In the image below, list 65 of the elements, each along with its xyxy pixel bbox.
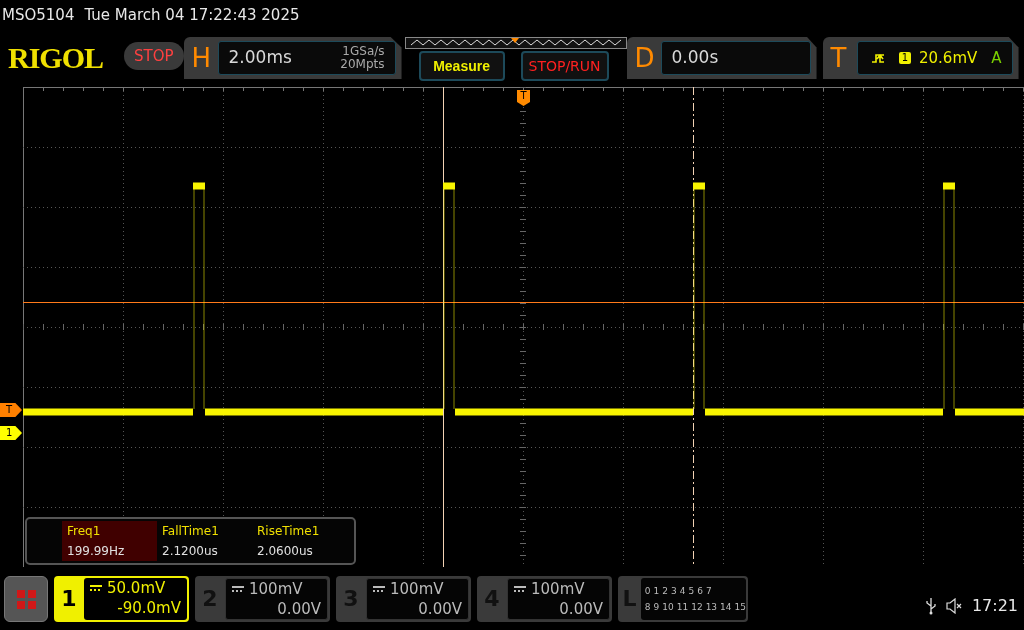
trigger-position-marker[interactable]: T (517, 90, 530, 106)
stop-run-button[interactable]: STOP/RUN (520, 51, 609, 81)
trigger-source: 1 (898, 52, 911, 64)
measurement-name: Freq1 (67, 523, 102, 540)
panel-letter: D (634, 41, 655, 75)
panel-letter: H (191, 41, 212, 75)
channel-offset: 0.00V (558, 599, 603, 619)
channel-marker: T (0, 403, 22, 417)
channel-scale: 100mV (249, 579, 303, 599)
menu-button[interactable] (4, 576, 48, 622)
run-state-badge: STOP (124, 42, 184, 70)
channel-scale: 100mV (531, 579, 585, 599)
brand-logo: RIGOL (8, 40, 105, 76)
channel-offset: 0.00V (276, 599, 321, 619)
usb-icon (925, 597, 936, 615)
channel-scale: 50.0mV (107, 578, 166, 598)
measurement-name: FallTime1 (162, 523, 220, 540)
measurement-value: 2.1200us (162, 543, 219, 560)
bit-label: 3 (671, 585, 677, 598)
grid-icon (16, 589, 36, 609)
measurement-name: RiseTime1 (257, 523, 321, 540)
bit-label: 15 (734, 601, 746, 614)
memory-depth: 20Mpts (340, 58, 385, 71)
bit-label: 5 (688, 585, 695, 598)
measurement-item[interactable]: FallTime1 2.1200us (157, 521, 252, 561)
channel-offset: -90.0mV (116, 598, 181, 618)
bit-label: 8 (644, 601, 651, 614)
measurement-item[interactable]: Freq1 199.99Hz (62, 521, 157, 561)
rising-edge-icon (870, 52, 885, 64)
cursor-line[interactable] (693, 87, 694, 567)
bit-label: 0 (644, 585, 651, 598)
coupling-icon (232, 586, 244, 592)
bit-label: 12 (691, 601, 703, 614)
channel-panel[interactable]: 1 50.0mV -90.0mV (54, 576, 189, 622)
bit-label: 9 (653, 601, 660, 614)
coupling-icon (514, 586, 526, 592)
measurement-value: 2.0600us (257, 543, 314, 560)
channel-offset: 0.00V (417, 599, 462, 619)
coupling-icon (90, 585, 102, 591)
bit-label: 13 (705, 601, 718, 614)
bit-label: 10 (662, 601, 674, 614)
clock-time: 17:21 (971, 595, 1018, 617)
measure-button[interactable]: Measure (418, 51, 505, 81)
channel-marker: 1 (0, 426, 22, 440)
trigger-mode: A (991, 47, 1002, 69)
bit-label: 6 (697, 585, 703, 598)
mute-icon (945, 598, 962, 614)
measurement-item[interactable]: RiseTime1 2.0600us (252, 521, 347, 561)
channel-number: 1 (60, 585, 78, 613)
panel-letter: T (830, 41, 848, 75)
measurement-value: 199.99Hz (67, 543, 126, 560)
bit-label: 4 (679, 585, 686, 598)
coupling-icon (373, 586, 385, 592)
model-label: MSO5104 (2, 4, 75, 26)
bit-label: 2 (662, 585, 668, 598)
bit-label: 7 (705, 585, 712, 598)
bit-label: 1 (653, 585, 660, 598)
channel-scale: 100mV (390, 579, 444, 599)
bit-label: 14 (720, 601, 732, 614)
delay-value: 0.00s (671, 46, 719, 70)
date-time: Tue March 04 17:22:43 2025 (84, 4, 300, 26)
timebase-value: 2.00ms (228, 46, 292, 70)
bit-label: 11 (676, 601, 689, 614)
sample-rate: 1GSa/s (342, 45, 385, 58)
trigger-level: 20.6mV (919, 47, 978, 69)
